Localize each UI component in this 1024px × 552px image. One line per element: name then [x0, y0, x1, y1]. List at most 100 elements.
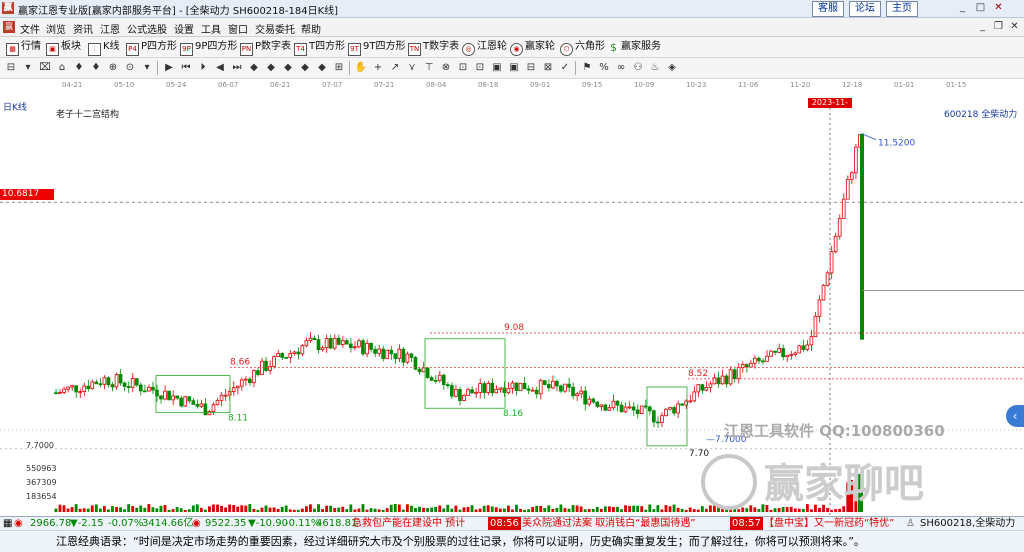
tool-box6-icon[interactable]: ⊠: [541, 61, 555, 74]
child-restore-icon[interactable]: ❐: [991, 20, 1006, 34]
tool-d4-icon[interactable]: ◆: [298, 61, 312, 74]
volume-bar: [54, 508, 58, 512]
tool-zoom-out-icon[interactable]: ⊙: [123, 61, 137, 74]
news-ticker-2[interactable]: 美众院通过法案 取消钱白“最惠国待遇”: [522, 517, 696, 531]
tool-last-icon[interactable]: ⏭: [230, 61, 244, 74]
volume-bar: [470, 505, 474, 512]
tool-pie-icon[interactable]: ⚇: [631, 61, 645, 74]
tool-t-line-icon[interactable]: ⊤: [422, 61, 436, 74]
candle-body: [656, 421, 660, 424]
menu-browse[interactable]: 浏览: [46, 21, 66, 36]
news-ticker-3[interactable]: 【盘中宝】又一新冠药“特优”: [764, 517, 894, 531]
volume-bar: [135, 507, 139, 512]
toolbar-p-square[interactable]: P4 P四方形: [126, 40, 177, 56]
tool-box4-icon[interactable]: ▣: [507, 61, 521, 74]
tool-zoom-box-icon[interactable]: ⌧: [38, 61, 52, 74]
menu-window[interactable]: 窗口: [228, 21, 248, 36]
current-stock-code[interactable]: SH600218,全柴动力: [920, 517, 1016, 531]
tool-infinity-icon[interactable]: ∞: [614, 61, 628, 74]
tool-d1-icon[interactable]: ◆: [247, 61, 261, 74]
tool-layout-icon[interactable]: ⊟: [4, 61, 18, 74]
tool-dropdown-2-icon[interactable]: ▾: [140, 61, 154, 74]
candle-body: [587, 398, 592, 405]
kline-chart-area[interactable]: 04-21 05-10 05-24 06-07 06-21 07-07 07-21 08-04…: [0, 79, 1024, 516]
toolbar-hexagon[interactable]: ⬡ 六角形: [560, 40, 605, 56]
menu-news[interactable]: 资讯: [73, 21, 93, 36]
tool-dropdown-icon[interactable]: ▾: [21, 61, 35, 74]
sh-index-icon: ◉: [14, 518, 23, 529]
volume-bar: [842, 506, 846, 512]
tool-zoom-in-icon[interactable]: ⊕: [106, 61, 120, 74]
forum-button[interactable]: 论坛: [849, 1, 881, 17]
candle-body: [486, 382, 491, 393]
toolbar-winner-wheel[interactable]: ◉ 赢家轮: [510, 40, 555, 56]
tool-flag-icon[interactable]: ▶: [162, 61, 176, 74]
volume-bar: [450, 508, 454, 512]
tool-hot-icon[interactable]: ♨: [648, 61, 662, 74]
child-close-icon[interactable]: ✕: [1007, 20, 1022, 34]
toolbar-sectors[interactable]: ▣ 板块: [46, 40, 81, 56]
tool-box1-icon[interactable]: ⊡: [456, 61, 470, 74]
tool-line-icon[interactable]: ↗: [388, 61, 402, 74]
tool-arrow-icon[interactable]: ⋎: [405, 61, 419, 74]
service-button[interactable]: 客服: [812, 1, 844, 17]
volume-bar: [708, 505, 712, 512]
tool-gem-icon[interactable]: ◈: [665, 61, 679, 74]
sh-index-value[interactable]: 2966.78: [30, 517, 71, 531]
volume-bar: [155, 508, 159, 512]
maximize-icon[interactable]: □: [973, 1, 988, 15]
tool-box2-icon[interactable]: ⊡: [473, 61, 487, 74]
volume-bar: [547, 505, 551, 512]
toolbar-gann-wheel[interactable]: ◎ 江恩轮: [462, 40, 507, 56]
tool-crosshair-icon[interactable]: +: [371, 61, 385, 74]
toolbar-kline[interactable]: ⫶ K线: [88, 40, 120, 56]
tool-d5-icon[interactable]: ◆: [315, 61, 329, 74]
toolbar-t-square[interactable]: T4 T四方形: [294, 40, 345, 56]
homepage-button[interactable]: 主页: [886, 1, 918, 17]
tool-flag2-icon[interactable]: ⚑: [580, 61, 594, 74]
tool-home-icon[interactable]: ⌂: [55, 61, 69, 74]
tool-hand-icon[interactable]: ✋: [354, 61, 368, 74]
toolbar-9t-square[interactable]: 9T 9T四方形: [348, 40, 405, 56]
tool-d2-icon[interactable]: ◆: [264, 61, 278, 74]
toolbar-winner-service[interactable]: $ 赢家服务: [608, 40, 661, 54]
toolbar-quotes[interactable]: ▦ 行情: [6, 40, 41, 56]
candle-body: [296, 351, 301, 355]
child-minimize-icon[interactable]: _: [975, 20, 990, 34]
volume-bar: [656, 505, 660, 512]
volume-bar: [260, 507, 264, 512]
candle-body: [332, 337, 337, 349]
menu-formula-picker[interactable]: 公式选股: [127, 21, 167, 36]
close-icon[interactable]: ✕: [991, 1, 1006, 15]
tool-d3-icon[interactable]: ◆: [281, 61, 295, 74]
toolbar-9p-square[interactable]: 9P 9P四方形: [180, 40, 237, 56]
candle-body: [664, 408, 668, 417]
toolbar-p-number-table[interactable]: PN P数字表: [240, 40, 291, 56]
tool-prev-icon[interactable]: ◀: [213, 61, 227, 74]
menu-file[interactable]: 文件: [20, 21, 40, 36]
minimize-icon[interactable]: _: [955, 1, 970, 15]
menu-settings[interactable]: 设置: [174, 21, 194, 36]
menu-gann[interactable]: 江恩: [100, 21, 120, 36]
candle-body: [90, 381, 95, 390]
tool-percent-icon[interactable]: %: [597, 61, 611, 74]
menu-trade[interactable]: 交易委托: [255, 21, 295, 36]
tool-first-icon[interactable]: ⏮: [179, 61, 193, 74]
tool-grid-icon[interactable]: ⊞: [332, 61, 346, 74]
index-grid-icon[interactable]: ▦: [3, 517, 12, 531]
volume-bar: [636, 505, 640, 512]
menu-tools[interactable]: 工具: [201, 21, 221, 36]
side-panel-toggle-icon[interactable]: ‹: [1006, 405, 1024, 427]
tool-box3-icon[interactable]: ▣: [490, 61, 504, 74]
tool-check-icon[interactable]: ✓: [558, 61, 572, 74]
menu-help[interactable]: 帮助: [301, 21, 321, 36]
news-ticker-1[interactable]: 急救包产能在建设中 预计: [352, 517, 465, 531]
sz-index-value[interactable]: 9522.35: [205, 517, 246, 531]
tool-cross-box-icon[interactable]: ⊗: [439, 61, 453, 74]
tool-diamond-2-icon[interactable]: ♦: [89, 61, 103, 74]
tool-play-icon[interactable]: ⏵: [196, 61, 210, 74]
tool-box5-icon[interactable]: ⊟: [524, 61, 538, 74]
volume-bar: [288, 509, 292, 512]
tool-diamond-icon[interactable]: ♦: [72, 61, 86, 74]
toolbar-t-number-table[interactable]: TN T数字表: [408, 40, 459, 56]
